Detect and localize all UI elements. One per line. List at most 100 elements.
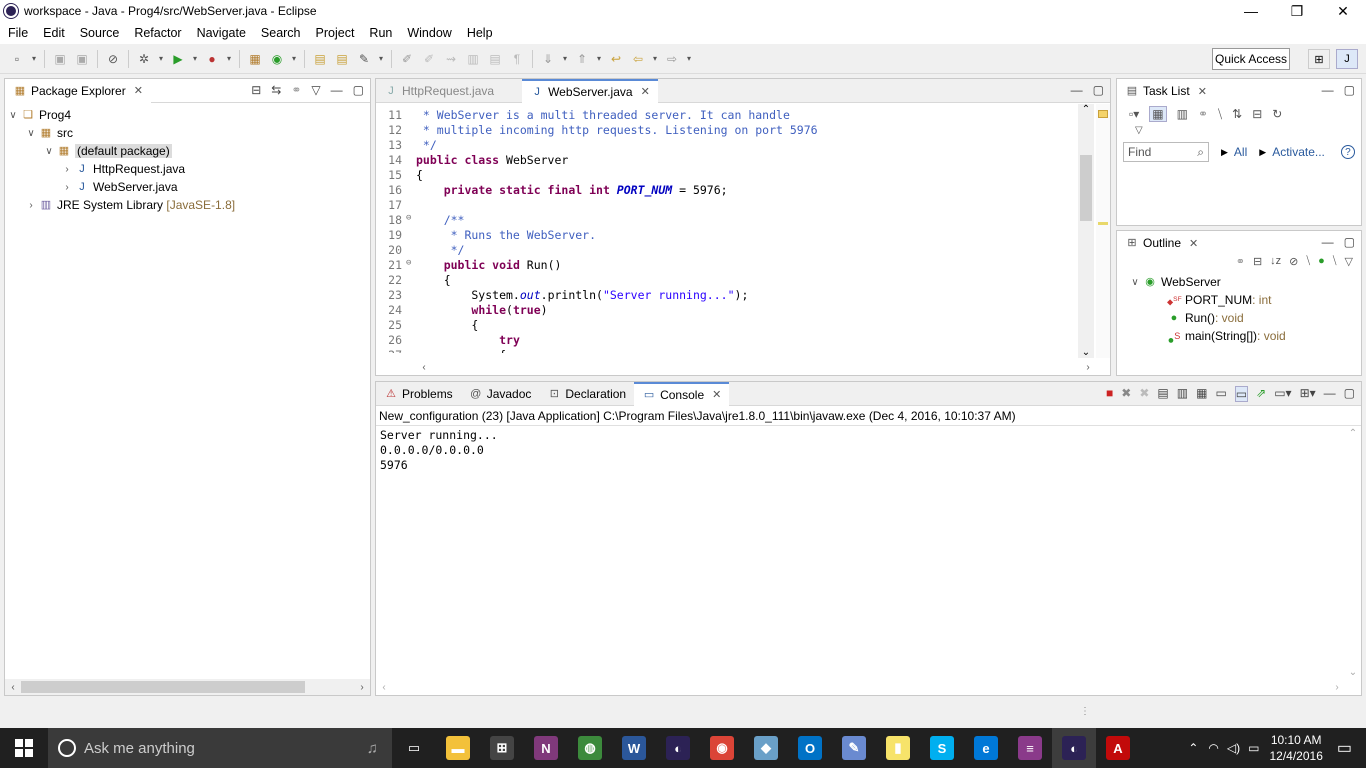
vertical-scrollbar[interactable]: ⌃ ⌄ — [1078, 104, 1094, 358]
remove-launch-icon[interactable]: ✖ — [1121, 386, 1131, 402]
taskbar-app-onenote[interactable]: N — [524, 728, 568, 768]
menu-navigate[interactable]: Navigate — [197, 26, 246, 40]
toggle-annotation-icon[interactable]: ✐ — [398, 50, 416, 68]
tab-outline[interactable]: ⊞ Outline ✕ — [1117, 231, 1206, 255]
minimize-view-icon[interactable]: — — [1322, 83, 1334, 97]
tab-package-explorer[interactable]: ▦ Package Explorer ✕ — [5, 78, 151, 103]
maximize-view-icon[interactable]: ▢ — [1344, 235, 1355, 249]
run-icon[interactable]: ▶ — [169, 50, 187, 68]
outline-item-field[interactable]: ◆SF PORT_NUM : int — [1127, 291, 1361, 309]
find-input[interactable]: Find ⌕ — [1123, 142, 1209, 162]
debug-icon[interactable]: ✲ — [135, 50, 153, 68]
activate-link[interactable]: Activate... — [1272, 145, 1325, 159]
chevron-down-icon[interactable]: ∨ — [5, 110, 21, 121]
open-task-icon[interactable]: ▤ — [333, 50, 351, 68]
tree-item-file[interactable]: › J WebServer.java — [5, 178, 370, 196]
fold-marker-icon[interactable] — [406, 228, 416, 243]
scheduled-icon[interactable]: ▥ — [1177, 107, 1188, 121]
new-task-icon[interactable]: ▫▾ — [1129, 107, 1139, 121]
menu-source[interactable]: Source — [80, 26, 120, 40]
scroll-left-icon[interactable]: ‹ — [5, 682, 21, 693]
taskbar-app-chrome[interactable]: ◉ — [700, 728, 744, 768]
taskbar-app-file-explorer[interactable]: ▬ — [436, 728, 480, 768]
horizontal-scrollbar[interactable]: ‹ › — [416, 359, 1096, 375]
fold-marker-icon[interactable] — [406, 333, 416, 348]
vertical-scrollbar[interactable]: ⌃ ⌄ — [1345, 428, 1361, 678]
menu-project[interactable]: Project — [316, 26, 355, 40]
minimize-view-icon[interactable]: — — [1324, 386, 1336, 402]
fold-marker-icon[interactable]: ⊖ — [406, 258, 416, 273]
help-icon[interactable]: ? — [1340, 145, 1355, 159]
fold-marker-icon[interactable] — [406, 153, 416, 168]
fold-marker-icon[interactable] — [406, 303, 416, 318]
taskbar-app-skype[interactable]: S — [920, 728, 964, 768]
fold-marker-icon[interactable] — [406, 138, 416, 153]
fold-marker-icon[interactable] — [406, 123, 416, 138]
link-editor-icon[interactable]: ⇆ — [271, 83, 281, 97]
taskbar-app-globe[interactable]: ◍ — [568, 728, 612, 768]
last-edit-icon[interactable]: ↩ — [607, 50, 625, 68]
hide-nonpublic-icon[interactable]: ● — [1318, 255, 1325, 273]
open-console-icon[interactable]: ⊞▾ — [1300, 386, 1316, 402]
hide-local-types-icon[interactable]: ⧹ — [1333, 255, 1337, 273]
notifications-icon[interactable]: ▭ — [1337, 738, 1352, 758]
word-wrap-icon[interactable]: ▦ — [1196, 386, 1207, 402]
focus-icon[interactable]: ⚭ — [291, 83, 301, 97]
all-link[interactable]: All — [1234, 145, 1247, 159]
fold-marker-icon[interactable] — [406, 198, 416, 213]
taskbar-app-notes[interactable]: ◆ — [744, 728, 788, 768]
tab-javadoc[interactable]: @ Javadoc — [461, 382, 540, 406]
chevron-right-icon[interactable]: › — [23, 200, 39, 211]
focus-icon[interactable]: ⚭ — [1236, 255, 1245, 273]
sort-icon[interactable]: ↓z — [1270, 255, 1281, 273]
close-tab-icon[interactable]: ✕ — [712, 388, 721, 401]
taskbar-app-word[interactable]: W — [612, 728, 656, 768]
chevron-right-icon[interactable]: › — [59, 182, 75, 193]
start-button[interactable] — [0, 728, 48, 768]
outline-item-method[interactable]: ●S main(String[]) : void — [1127, 327, 1361, 347]
clock[interactable]: 10:10 AM 12/4/2016 — [1269, 732, 1322, 764]
minimize-view-icon[interactable]: — — [331, 83, 343, 97]
focus-icon[interactable]: ⚭ — [1198, 107, 1208, 121]
categorized-icon[interactable]: ▦ — [1149, 106, 1167, 122]
battery-icon[interactable]: ▭ — [1248, 741, 1259, 755]
save-all-icon[interactable]: ▣ — [73, 50, 91, 68]
quick-access-field[interactable]: Quick Access — [1212, 48, 1290, 70]
task-view-button[interactable]: ▭ — [392, 728, 436, 768]
forward-icon[interactable]: ⇨ — [663, 50, 681, 68]
horizontal-scrollbar[interactable]: ‹ › — [5, 679, 370, 695]
outline-item-class[interactable]: ∨ ◉ WebServer — [1127, 273, 1361, 291]
chevron-down-icon[interactable]: ∨ — [23, 128, 39, 139]
collapse-all-icon[interactable]: ⊟ — [251, 83, 261, 97]
clear-console-icon[interactable]: ▤ — [1157, 386, 1168, 402]
save-icon[interactable]: ▣ — [51, 50, 69, 68]
display-console-icon[interactable]: ▭▾ — [1274, 386, 1291, 402]
close-tab-icon[interactable]: ✕ — [1189, 237, 1198, 250]
taskbar-app-outlook[interactable]: O — [788, 728, 832, 768]
coverage-icon[interactable]: ● — [203, 50, 221, 68]
fold-marker-icon[interactable] — [406, 183, 416, 198]
taskbar-app-sticky-notes[interactable]: ▮ — [876, 728, 920, 768]
tree-item-default-package[interactable]: ∨ ▦ (default package) — [5, 142, 370, 160]
close-tab-icon[interactable]: ✕ — [641, 85, 650, 98]
new-icon[interactable]: ▫ — [8, 50, 26, 68]
maximize-view-icon[interactable]: ▢ — [353, 83, 364, 97]
menu-help[interactable]: Help — [467, 26, 493, 40]
remove-all-icon[interactable]: ✖ — [1139, 386, 1149, 402]
tree-item-file[interactable]: › J HttpRequest.java — [5, 160, 370, 178]
pilcrow-icon[interactable]: ¶ — [508, 50, 526, 68]
restore-button[interactable]: ❐ — [1274, 0, 1320, 22]
new-java-package-icon[interactable]: ▦ — [246, 50, 264, 68]
maximize-view-icon[interactable]: ▢ — [1093, 83, 1104, 97]
hide-completed-icon[interactable]: ⧹ — [1218, 107, 1222, 122]
tab-task-list[interactable]: ▤ Task List ✕ — [1117, 79, 1215, 103]
collapse-all-icon[interactable]: ⊟ — [1253, 255, 1262, 273]
fold-marker-icon[interactable] — [406, 318, 416, 333]
menu-file[interactable]: File — [8, 26, 28, 40]
view-menu-icon[interactable]: ▽ — [311, 83, 320, 97]
taskbar-app-archive[interactable]: ≡ — [1008, 728, 1052, 768]
terminate-icon[interactable]: ■ — [1106, 386, 1113, 402]
fold-marker-icon[interactable]: ⊖ — [406, 213, 416, 228]
tree-item-project[interactable]: ∨ ❏ Prog4 — [5, 106, 370, 124]
tab-problems[interactable]: ⚠ Problems — [376, 382, 461, 406]
